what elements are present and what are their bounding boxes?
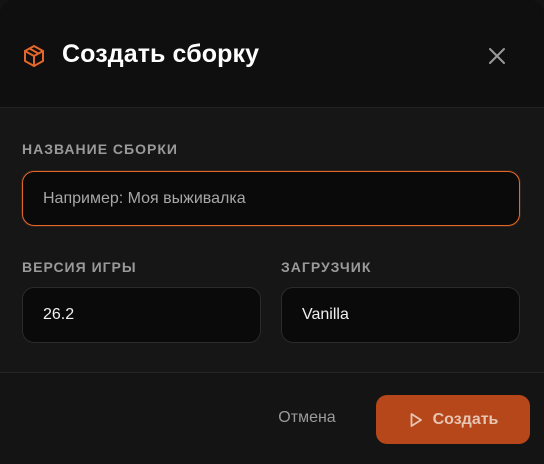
loader-label: ЗАГРУЗЧИК [281, 259, 372, 275]
build-name-label: НАЗВАНИЕ СБОРКИ [22, 141, 178, 157]
create-build-dialog: Создать сборку НАЗВАНИЕ СБОРКИ Например:… [0, 0, 544, 464]
cube-icon [22, 44, 46, 68]
dialog-footer: Отмена Создать [0, 372, 544, 464]
dialog-header: Создать сборку [0, 0, 544, 108]
game-version-label: ВЕРСИЯ ИГРЫ [22, 259, 137, 275]
cancel-button[interactable]: Отмена [262, 409, 352, 431]
game-version-select[interactable]: 26.2 [22, 287, 261, 343]
create-button[interactable]: Создать [376, 395, 530, 444]
create-button-label: Создать [432, 410, 499, 428]
play-icon [408, 412, 424, 428]
loader-select[interactable]: Vanilla [281, 287, 520, 343]
game-version-value: 26.2 [43, 306, 75, 323]
loader-value: Vanilla [302, 306, 349, 323]
build-name-placeholder: Например: Моя выживалка [43, 189, 246, 207]
dialog-title: Создать сборку [62, 40, 260, 68]
close-icon[interactable] [485, 44, 509, 68]
build-name-input[interactable]: Например: Моя выживалка [22, 171, 520, 226]
